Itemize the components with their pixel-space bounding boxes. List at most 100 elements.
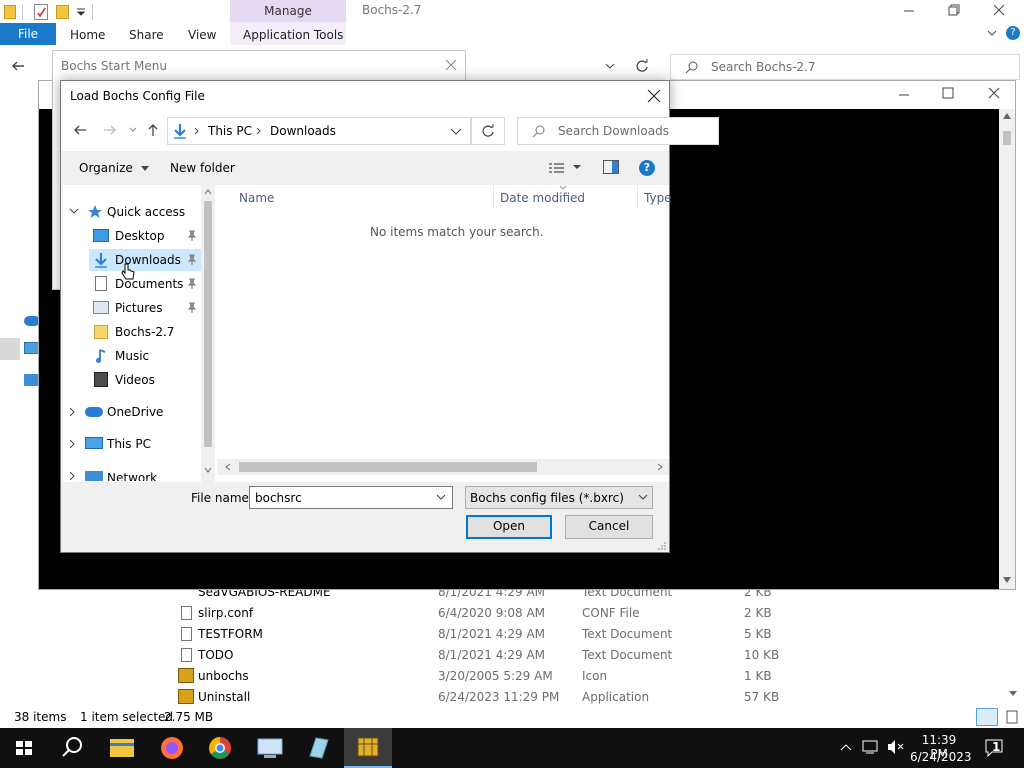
table-row[interactable]: Uninstall 6/24/2023 11:29 PM Application… — [176, 687, 796, 708]
nav-quick-access[interactable]: Quick access — [63, 201, 213, 223]
remote-desktop-icon[interactable] — [246, 728, 294, 768]
start-menu-close-icon[interactable] — [445, 59, 457, 71]
back-arrow-icon[interactable] — [73, 124, 87, 136]
column-date-modified[interactable]: Date modified — [500, 191, 585, 205]
notepad-icon[interactable] — [294, 728, 342, 768]
view-tab[interactable]: View — [188, 28, 216, 42]
notification-center-icon[interactable]: 1 — [984, 738, 1004, 758]
share-tab[interactable]: Share — [129, 28, 164, 42]
recent-dropdown-icon[interactable] — [129, 127, 137, 133]
file-tab[interactable]: File — [0, 23, 56, 45]
nav-this-pc[interactable]: This PC — [63, 433, 203, 455]
dialog-refresh-button[interactable] — [471, 117, 505, 145]
resize-grip-icon[interactable] — [657, 541, 667, 551]
scroll-down-arrow[interactable] — [1008, 690, 1018, 698]
file-explorer-taskbar-icon[interactable] — [98, 728, 146, 768]
pin-icon[interactable] — [187, 302, 197, 314]
bochs-taskbar-icon[interactable] — [344, 728, 392, 768]
nav-label: Quick access — [107, 205, 186, 219]
up-arrow-icon[interactable] — [147, 123, 159, 137]
address-dropdown-icon[interactable] — [450, 128, 462, 136]
refresh-icon[interactable] — [634, 58, 650, 74]
breadcrumb-chevron-icon[interactable] — [256, 127, 262, 135]
home-tab[interactable]: Home — [70, 28, 105, 42]
nav-item-videos[interactable]: Videos — [63, 369, 203, 391]
explorer-search-box[interactable]: Search Bochs-2.7 — [670, 54, 1020, 80]
nav-network[interactable]: Network — [63, 465, 203, 481]
nav-item-desktop[interactable]: Desktop — [63, 225, 203, 247]
details-view-icon[interactable] — [976, 708, 998, 726]
nav-item-downloads[interactable]: Downloads — [89, 249, 201, 271]
breadcrumb-chevron-icon[interactable] — [194, 127, 200, 135]
column-name[interactable]: Name — [239, 191, 274, 205]
expanded-chevron-icon[interactable] — [69, 208, 79, 216]
horizontal-scrollbar[interactable] — [217, 459, 669, 475]
dialog-search-box[interactable]: Search Downloads — [517, 117, 719, 145]
view-options-icon[interactable] — [549, 161, 585, 173]
customize-qat-icon[interactable] — [76, 7, 86, 17]
collapsed-chevron-icon[interactable] — [69, 471, 77, 481]
column-divider[interactable] — [493, 185, 494, 209]
nav-item-bochs[interactable]: Bochs-2.7 — [63, 321, 203, 343]
expand-ribbon-icon[interactable] — [986, 28, 998, 38]
manage-tab-header[interactable]: Manage — [230, 0, 346, 22]
preview-pane-icon[interactable] — [603, 160, 619, 174]
nav-onedrive[interactable]: OneDrive — [63, 401, 203, 423]
bochs-minimize-icon[interactable] — [895, 88, 913, 102]
breadcrumb-downloads[interactable]: Downloads — [270, 124, 336, 138]
properties-icon[interactable] — [34, 4, 48, 20]
new-folder-button[interactable]: New folder — [170, 161, 235, 175]
collapsed-chevron-icon[interactable] — [69, 439, 77, 449]
close-icon[interactable] — [990, 3, 1008, 19]
address-dropdown-icon[interactable] — [604, 62, 616, 72]
chrome-icon[interactable] — [196, 728, 244, 768]
file-name-dropdown-icon[interactable] — [436, 494, 446, 501]
file-type-select[interactable]: Bochs config files (*.bxrc) — [465, 486, 653, 509]
start-button[interactable] — [0, 728, 48, 768]
large-icons-view-icon[interactable] — [1004, 708, 1020, 726]
nav-label: Pictures — [115, 301, 163, 315]
pin-icon[interactable] — [187, 230, 197, 242]
folder-icon[interactable] — [4, 5, 16, 19]
dialog-close-icon[interactable] — [647, 89, 661, 103]
new-folder-icon[interactable] — [56, 5, 69, 19]
search-icon[interactable] — [48, 728, 96, 768]
onedrive-icon — [85, 407, 103, 417]
table-row[interactable]: unbochs 3/20/2005 5:29 AM Icon 1 KB — [176, 666, 796, 687]
forward-arrow-icon[interactable] — [103, 124, 117, 136]
pin-icon[interactable] — [187, 278, 197, 290]
bochs-close-icon[interactable] — [985, 86, 1003, 100]
clock-date[interactable]: 6/24/2023 — [910, 750, 972, 764]
organize-button[interactable]: Organize — [79, 161, 149, 175]
table-row[interactable]: TODO 8/1/2021 4:29 AM Text Document 10 K… — [176, 645, 796, 666]
breadcrumb-this-pc[interactable]: This PC — [208, 124, 252, 138]
help-icon[interactable]: ? — [1006, 26, 1020, 40]
file-name-input[interactable]: bochsrc — [249, 486, 453, 509]
show-hidden-icons-icon[interactable] — [840, 742, 852, 752]
firefox-icon[interactable] — [148, 728, 196, 768]
bochs-maximize-icon[interactable] — [939, 86, 957, 100]
open-button[interactable]: Open — [466, 515, 552, 539]
minimize-icon[interactable] — [900, 3, 918, 19]
volume-muted-icon[interactable] — [886, 739, 906, 755]
column-type[interactable]: Type — [644, 191, 672, 205]
back-arrow-icon[interactable] — [10, 58, 26, 74]
file-type-dropdown-icon[interactable] — [638, 494, 648, 501]
restore-icon[interactable] — [944, 3, 962, 19]
horizontal-scroll-thumb[interactable] — [239, 462, 537, 472]
nav-item-music[interactable]: Music — [63, 345, 203, 367]
cancel-button[interactable]: Cancel — [565, 515, 653, 539]
dialog-address-bar[interactable]: This PC Downloads — [167, 117, 471, 145]
network-status-icon[interactable] — [862, 739, 880, 755]
collapsed-chevron-icon[interactable] — [69, 407, 77, 417]
nav-item-pictures[interactable]: Pictures — [63, 297, 203, 319]
table-row[interactable]: TESTFORM 8/1/2021 4:29 AM Text Document … — [176, 624, 796, 645]
nav-scroll-thumb[interactable] — [204, 201, 212, 447]
table-row[interactable]: slirp.conf 6/4/2020 9:08 AM CONF File 2 … — [176, 603, 796, 624]
help-icon[interactable]: ? — [639, 160, 655, 176]
console-scrollbar[interactable] — [999, 109, 1015, 589]
pin-icon[interactable] — [187, 254, 197, 266]
column-divider[interactable] — [637, 185, 638, 209]
application-tools-tab[interactable]: Application Tools — [243, 28, 343, 42]
nav-scrollbar[interactable] — [201, 185, 215, 482]
